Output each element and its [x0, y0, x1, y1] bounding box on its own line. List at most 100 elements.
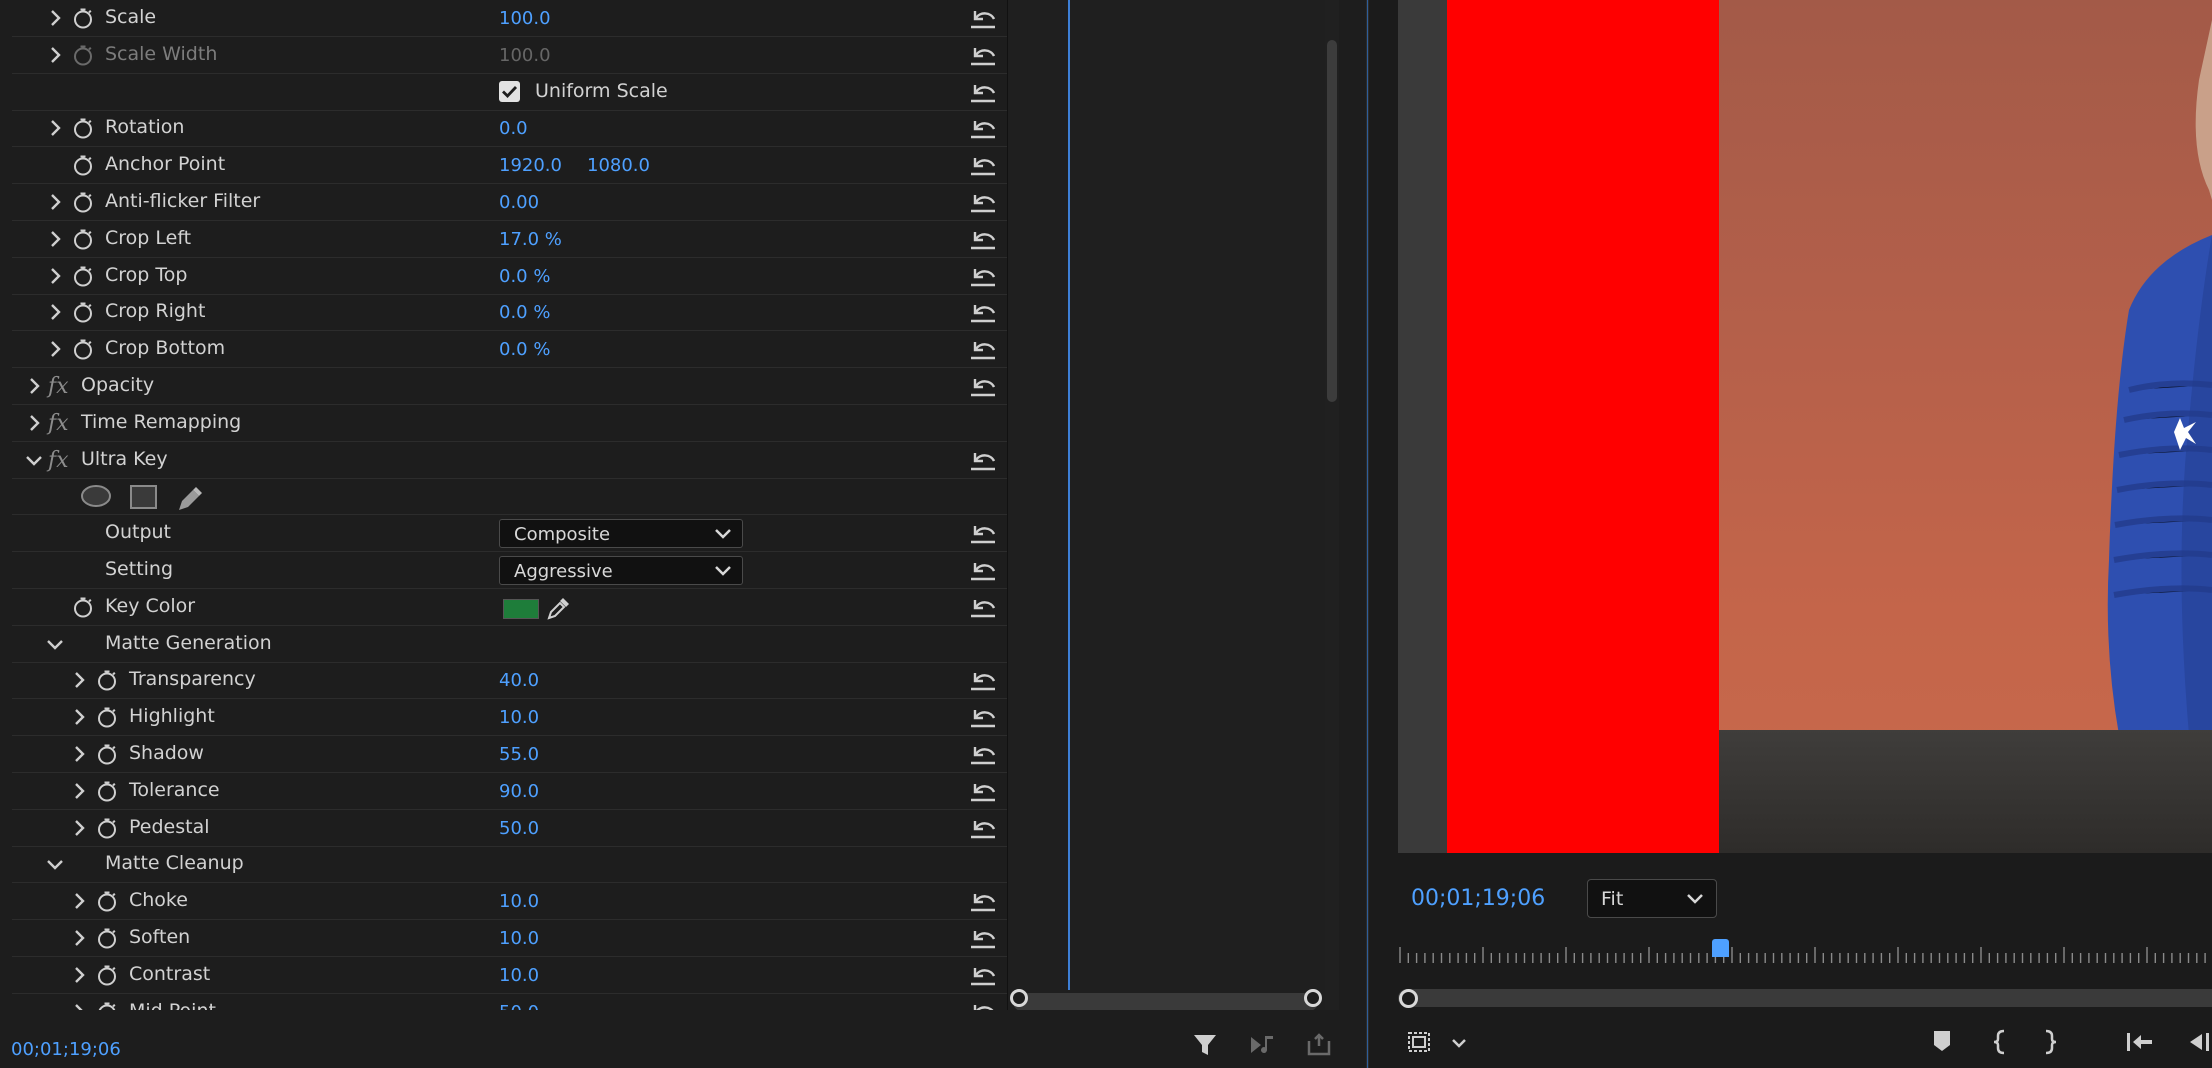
fx-toggle-icon[interactable]: fx [48, 411, 69, 436]
monitor-zoom-scrollbar[interactable] [1398, 989, 2212, 1007]
effect-controls-timeline[interactable] [1007, 0, 1326, 1010]
expand-chevron-icon[interactable] [69, 965, 89, 985]
stopwatch-icon[interactable] [72, 265, 94, 287]
property-row-setting[interactable]: Setting Aggressive [12, 552, 1007, 589]
zoom-handle-left[interactable] [1010, 989, 1028, 1007]
expand-chevron-icon[interactable] [69, 781, 89, 801]
property-value[interactable]: 17.0 % [499, 229, 562, 250]
property-row-scale[interactable]: Scale 100.0 [12, 0, 1007, 37]
property-value[interactable]: 0.0 % [499, 302, 550, 323]
play-audio-icon[interactable] [1249, 1032, 1277, 1062]
property-row-anti-flicker-filter[interactable]: Anti-flicker Filter 0.00 [12, 184, 1007, 221]
reset-parameter-icon[interactable] [967, 116, 999, 140]
property-value[interactable]: 50.0 [499, 818, 539, 839]
expand-chevron-icon[interactable] [45, 118, 65, 138]
pen-mask-icon[interactable] [175, 484, 205, 516]
property-value[interactable]: 1920.0 [499, 155, 562, 176]
property-value[interactable]: 40.0 [499, 670, 539, 691]
stopwatch-icon[interactable] [72, 191, 94, 213]
stopwatch-icon[interactable] [72, 228, 94, 250]
property-row-soften[interactable]: Soften 10.0 [12, 920, 1007, 957]
reset-parameter-icon[interactable] [967, 1000, 999, 1010]
reset-parameter-icon[interactable] [967, 963, 999, 987]
setting-dropdown[interactable]: Aggressive [499, 556, 743, 585]
reset-parameter-icon[interactable] [967, 190, 999, 214]
property-value[interactable]: 55.0 [499, 744, 539, 765]
stopwatch-icon[interactable] [96, 706, 118, 728]
property-row-transparency[interactable]: Transparency 40.0 [12, 662, 1007, 700]
expand-chevron-icon[interactable] [45, 302, 65, 322]
property-value[interactable]: 10.0 [499, 891, 539, 912]
stopwatch-icon[interactable] [72, 117, 94, 139]
effect-controls-timecode[interactable]: 00;01;19;06 [11, 1039, 121, 1060]
reset-parameter-icon[interactable] [967, 779, 999, 803]
ellipse-mask-icon[interactable] [80, 484, 112, 512]
stopwatch-icon[interactable] [96, 669, 118, 691]
stopwatch-icon[interactable] [96, 743, 118, 765]
reset-parameter-icon[interactable] [967, 374, 999, 398]
property-value[interactable]: 90.0 [499, 781, 539, 802]
program-timecode[interactable]: 00;01;19;06 [1411, 886, 1545, 911]
monitor-zoom-handle[interactable] [1399, 989, 1418, 1008]
property-row-crop-left[interactable]: Crop Left 17.0 % [12, 221, 1007, 258]
property-row-crop-bottom[interactable]: Crop Bottom 0.0 % [12, 331, 1007, 369]
rectangle-mask-icon[interactable] [129, 484, 159, 514]
reset-parameter-icon[interactable] [967, 264, 999, 288]
property-row-key-color[interactable]: Key Color [12, 589, 1007, 626]
key-color-swatch[interactable] [503, 598, 539, 619]
stopwatch-icon[interactable] [96, 890, 118, 912]
property-value[interactable]: 50.0 [499, 1002, 539, 1010]
output-dropdown[interactable]: Composite [499, 519, 743, 549]
reset-parameter-icon[interactable] [967, 816, 999, 840]
stopwatch-icon[interactable] [72, 44, 94, 66]
reset-parameter-icon[interactable] [967, 80, 999, 104]
property-row-mask-tools[interactable] [12, 478, 1007, 516]
stopwatch-icon[interactable] [96, 817, 118, 839]
stopwatch-icon[interactable] [96, 964, 118, 986]
mark-out-icon[interactable] [2040, 1028, 2060, 1060]
time-ruler[interactable] [1398, 944, 2212, 966]
expand-chevron-icon[interactable] [69, 670, 89, 690]
collapse-chevron-icon[interactable] [45, 634, 65, 654]
fx-toggle-icon[interactable]: fx [48, 374, 69, 399]
expand-chevron-icon[interactable] [69, 707, 89, 727]
property-row-anchor-point[interactable]: Anchor Point 1920.0 1080.0 [12, 147, 1007, 185]
timeline-zoom-bar[interactable] [1013, 993, 1318, 1011]
reset-parameter-icon[interactable] [967, 448, 999, 472]
reset-parameter-icon[interactable] [967, 889, 999, 913]
stopwatch-icon[interactable] [72, 596, 94, 618]
expand-chevron-icon[interactable] [45, 229, 65, 249]
property-row-choke[interactable]: Choke 10.0 [12, 883, 1007, 921]
chevron-down-icon[interactable] [1451, 1035, 1467, 1054]
reset-parameter-icon[interactable] [967, 742, 999, 766]
safe-margins-icon[interactable] [1405, 1028, 1433, 1060]
effect-row-ultra-key[interactable]: fx Ultra Key [12, 442, 1007, 479]
property-row-uniform-scale[interactable]: Uniform Scale [12, 74, 1007, 111]
export-icon[interactable] [1306, 1032, 1332, 1062]
reset-parameter-icon[interactable] [967, 337, 999, 361]
property-row-output[interactable]: Output Composite [12, 515, 1007, 553]
group-row-matte-generation[interactable]: Matte Generation [12, 626, 1007, 663]
effect-row-time-remapping[interactable]: fx Time Remapping [12, 405, 1007, 442]
add-marker-icon[interactable] [1931, 1028, 1953, 1058]
expand-chevron-icon[interactable] [69, 891, 89, 911]
property-value[interactable]: 10.0 [499, 707, 539, 728]
uniform-scale-checkbox[interactable] [499, 80, 520, 102]
go-to-in-icon[interactable] [2124, 1028, 2154, 1060]
group-row-matte-cleanup[interactable]: Matte Cleanup [12, 846, 1007, 884]
stopwatch-icon[interactable] [72, 338, 94, 360]
eyedropper-icon[interactable] [545, 596, 569, 620]
property-value[interactable]: 100.0 [499, 8, 551, 29]
property-row-shadow[interactable]: Shadow 55.0 [12, 736, 1007, 773]
expand-chevron-icon[interactable] [45, 45, 65, 65]
zoom-level-dropdown[interactable]: Fit [1587, 879, 1717, 918]
timeline-playhead[interactable] [1068, 0, 1070, 990]
property-row-mid-point[interactable]: Mid Point 50.0 [12, 994, 1007, 1010]
property-row-contrast[interactable]: Contrast 10.0 [12, 957, 1007, 994]
property-row-rotation[interactable]: Rotation 0.0 [12, 110, 1007, 148]
collapse-chevron-icon[interactable] [24, 450, 44, 470]
stopwatch-icon[interactable] [96, 927, 118, 949]
reset-parameter-icon[interactable] [967, 153, 999, 177]
mark-in-icon[interactable] [1990, 1028, 2010, 1060]
expand-chevron-icon[interactable] [24, 376, 44, 396]
